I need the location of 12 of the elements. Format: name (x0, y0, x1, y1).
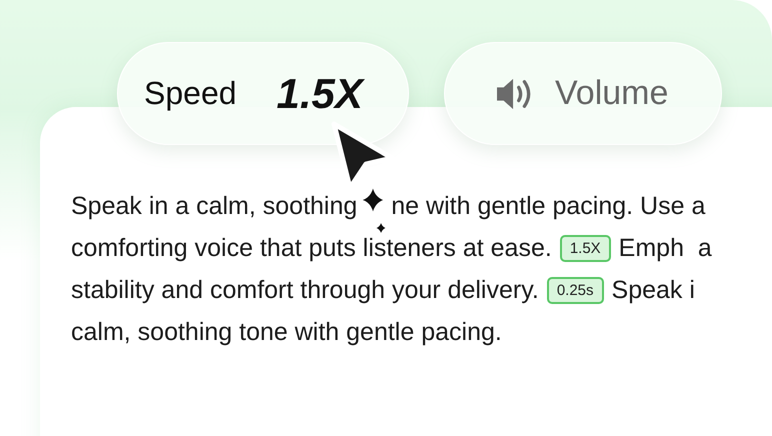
paragraph-text: Emph a (618, 234, 712, 262)
paragraph-text: calm, soothing tone with gentle pacing. (71, 318, 502, 346)
speaker-icon (495, 76, 533, 110)
paragraph-text: Speak in a calm, soothing (71, 192, 358, 220)
paragraph-text: comforting voice that puts listeners at ease. (71, 234, 552, 262)
paragraph-text: stability and comfort through your delivery. (71, 276, 539, 304)
paragraph-text: ne with gentle pacing. Use a (391, 192, 706, 220)
paragraph-text: Speak i (612, 276, 695, 304)
speed-tag: 1.5X (560, 234, 611, 262)
volume-button[interactable]: Volume (444, 42, 722, 145)
pause-tag: 0.25s (546, 276, 604, 304)
speed-button[interactable]: Speed 1.5X (117, 42, 409, 145)
